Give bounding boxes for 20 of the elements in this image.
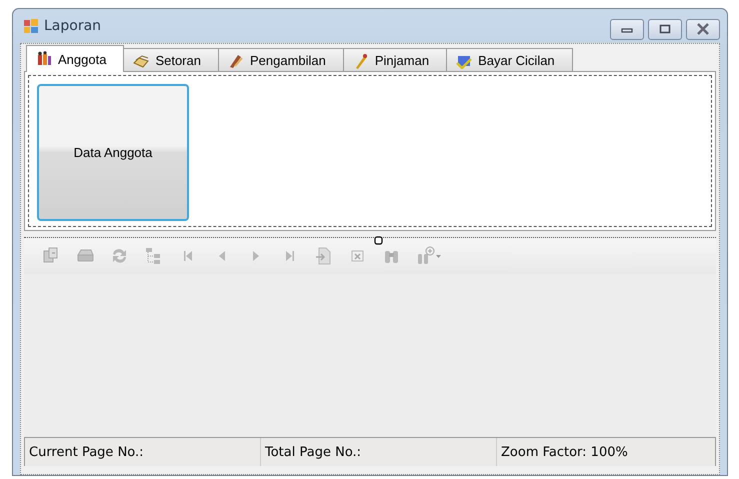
status-text: Zoom Factor: 100%	[500, 444, 629, 462]
people-icon	[36, 51, 52, 67]
tab[interactable]: Bayar Cicilan	[446, 48, 573, 72]
close-icon	[696, 23, 710, 35]
status-text: Total Page No.:	[261, 438, 497, 466]
notes-icon	[133, 52, 150, 68]
maximize-icon	[659, 24, 671, 34]
status-text: Current Page No.:	[25, 438, 261, 466]
minimize-button[interactable]	[610, 18, 644, 40]
tab[interactable]: Anggota	[26, 45, 124, 72]
tab[interactable]: Pinjaman	[342, 48, 448, 72]
resize-handle[interactable]	[374, 236, 383, 245]
data-button[interactable]: Data Anggota	[37, 84, 189, 221]
tab[interactable]: Pengambilan	[218, 48, 344, 72]
window-title: Laporan	[44, 18, 102, 34]
close-button[interactable]	[686, 18, 720, 40]
tab[interactable]: Setoran	[123, 48, 219, 72]
app-icon	[23, 18, 39, 34]
maximize-button[interactable]	[648, 18, 682, 40]
zoom-icon[interactable]	[416, 246, 442, 266]
